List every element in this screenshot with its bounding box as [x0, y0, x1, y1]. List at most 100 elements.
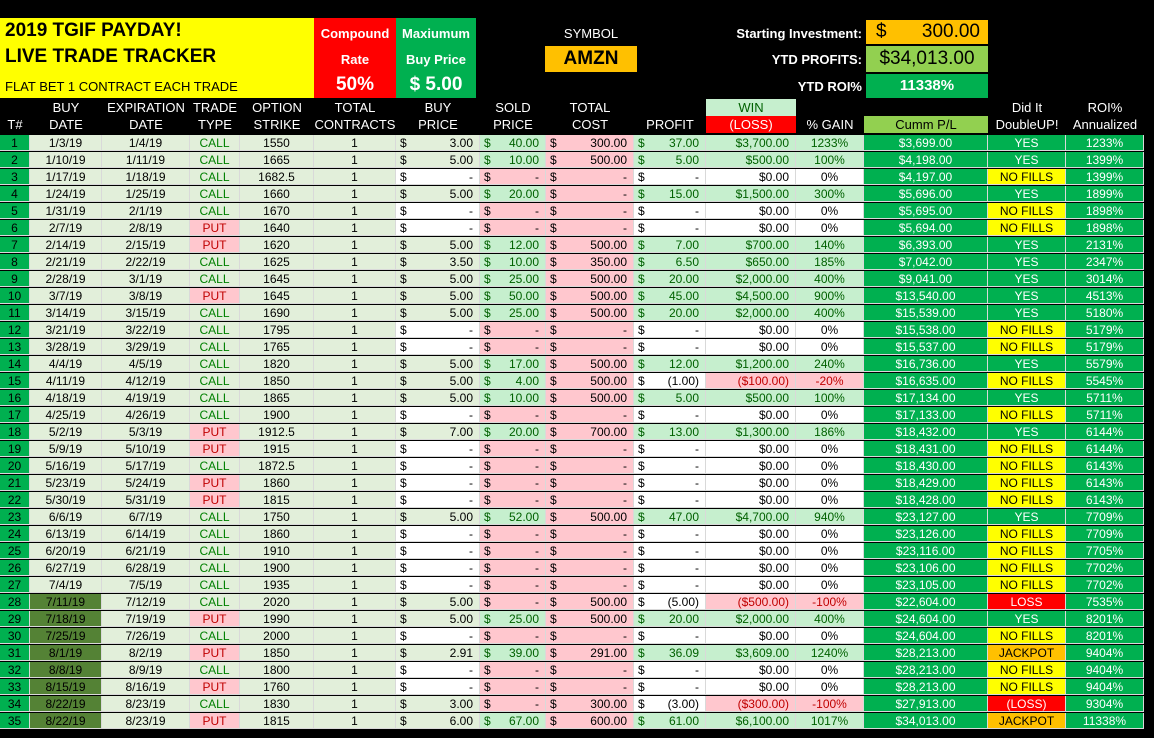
cell-gain[interactable]: 940% [796, 509, 864, 525]
cell-contracts[interactable]: 1 [314, 594, 396, 610]
cell-profit[interactable]: $13.00 [634, 424, 706, 440]
cell-dbl[interactable]: NO FILLS [988, 339, 1066, 355]
cell-buy-price[interactable]: $5.00 [396, 271, 480, 287]
cell-type[interactable]: CALL [190, 509, 240, 525]
cell-buy-price[interactable]: $ - [396, 203, 480, 219]
cell-exp-date[interactable]: 5/31/19 [102, 492, 190, 508]
cell-profit[interactable]: $7.00 [634, 237, 706, 253]
cell-win[interactable]: ($300.00) [706, 696, 796, 712]
cell-win[interactable]: $4,500.00 [706, 288, 796, 304]
cell-n[interactable]: 8 [0, 254, 30, 270]
column-header-cumm[interactable]: Cumm P/L [864, 99, 988, 135]
cell-cumm[interactable]: $18,430.00 [864, 458, 988, 474]
cell-roi[interactable]: 1899% [1066, 186, 1144, 202]
cell-n[interactable]: 31 [0, 645, 30, 661]
cell-win[interactable]: $4,700.00 [706, 509, 796, 525]
cell-buy-date[interactable]: 3/28/19 [30, 339, 102, 355]
cell-contracts[interactable]: 1 [314, 662, 396, 678]
column-header-buy-date[interactable]: BUY DATE [30, 99, 102, 135]
cell-gain[interactable]: 0% [796, 492, 864, 508]
cell-sold-price[interactable]: $67.00 [480, 713, 546, 729]
cell-n[interactable]: 25 [0, 543, 30, 559]
cell-buy-date[interactable]: 6/27/19 [30, 560, 102, 576]
cell-type[interactable]: PUT [190, 492, 240, 508]
cell-exp-date[interactable]: 7/12/19 [102, 594, 190, 610]
cell-buy-price[interactable]: $5.00 [396, 186, 480, 202]
cell-gain[interactable]: 0% [796, 203, 864, 219]
cell-buy-date[interactable]: 2/14/19 [30, 237, 102, 253]
cell-n[interactable]: 32 [0, 662, 30, 678]
cell-buy-date[interactable]: 3/7/19 [30, 288, 102, 304]
cell-type[interactable]: CALL [190, 305, 240, 321]
cell-contracts[interactable]: 1 [314, 526, 396, 542]
column-header-n[interactable]: T# [0, 99, 30, 135]
cell-dbl[interactable]: NO FILLS [988, 169, 1066, 185]
cell-profit[interactable]: $ - [634, 322, 706, 338]
cell-contracts[interactable]: 1 [314, 237, 396, 253]
cell-profit[interactable]: $ - [634, 169, 706, 185]
cell-buy-price[interactable]: $5.00 [396, 356, 480, 372]
cell-cumm[interactable]: $7,042.00 [864, 254, 988, 270]
cell-win[interactable]: $1,200.00 [706, 356, 796, 372]
cell-buy-date[interactable]: 8/8/19 [30, 662, 102, 678]
cell-strike[interactable]: 1830 [240, 696, 314, 712]
cell-cost[interactable]: $350.00 [546, 254, 634, 270]
cell-cumm[interactable]: $34,013.00 [864, 713, 988, 729]
cell-cumm[interactable]: $6,393.00 [864, 237, 988, 253]
cell-roi[interactable]: 1399% [1066, 152, 1144, 168]
cell-roi[interactable]: 6143% [1066, 458, 1144, 474]
cell-cumm[interactable]: $22,604.00 [864, 594, 988, 610]
cell-dbl[interactable]: YES [988, 237, 1066, 253]
column-header-gain[interactable]: % GAIN [796, 99, 864, 135]
cell-gain[interactable]: 400% [796, 271, 864, 287]
cell-dbl[interactable]: NO FILLS [988, 475, 1066, 491]
cell-win[interactable]: $500.00 [706, 390, 796, 406]
cell-dbl[interactable]: YES [988, 254, 1066, 270]
cell-profit[interactable]: $ - [634, 220, 706, 236]
cell-gain[interactable]: 0% [796, 220, 864, 236]
cell-exp-date[interactable]: 3/29/19 [102, 339, 190, 355]
cell-type[interactable]: CALL [190, 322, 240, 338]
cell-contracts[interactable]: 1 [314, 560, 396, 576]
cell-strike[interactable]: 1912.5 [240, 424, 314, 440]
cell-dbl[interactable]: NO FILLS [988, 407, 1066, 423]
cell-n[interactable]: 27 [0, 577, 30, 593]
cell-n[interactable]: 11 [0, 305, 30, 321]
cell-exp-date[interactable]: 5/3/19 [102, 424, 190, 440]
cell-win[interactable]: $0.00 [706, 220, 796, 236]
cell-profit[interactable]: $ (5.00) [634, 594, 706, 610]
cell-roi[interactable]: 4513% [1066, 288, 1144, 304]
cell-cost[interactable]: $500.00 [546, 237, 634, 253]
cell-dbl[interactable]: YES [988, 356, 1066, 372]
cell-cumm[interactable]: $16,635.00 [864, 373, 988, 389]
cell-strike[interactable]: 1645 [240, 288, 314, 304]
cell-contracts[interactable]: 1 [314, 305, 396, 321]
cell-cost[interactable]: $ - [546, 560, 634, 576]
ytd-roi-value[interactable]: 11338% [866, 74, 988, 98]
cell-cost[interactable]: $ - [546, 679, 634, 695]
cell-profit[interactable]: $45.00 [634, 288, 706, 304]
cell-roi[interactable]: 7709% [1066, 526, 1144, 542]
cell-type[interactable]: PUT [190, 288, 240, 304]
cell-cumm[interactable]: $15,537.00 [864, 339, 988, 355]
cell-buy-date[interactable]: 2/28/19 [30, 271, 102, 287]
cell-win[interactable]: $0.00 [706, 407, 796, 423]
cell-sold-price[interactable]: $ - [480, 339, 546, 355]
cell-exp-date[interactable]: 3/8/19 [102, 288, 190, 304]
cell-gain[interactable]: 1233% [796, 135, 864, 151]
cell-n[interactable]: 18 [0, 424, 30, 440]
cell-buy-date[interactable]: 7/18/19 [30, 611, 102, 627]
cell-strike[interactable]: 1900 [240, 407, 314, 423]
max-buy-price-cell[interactable]: Maxiumum Buy Price $ 5.00 [396, 18, 476, 98]
cell-cumm[interactable]: $23,127.00 [864, 509, 988, 525]
cell-n[interactable]: 15 [0, 373, 30, 389]
cell-strike[interactable]: 1860 [240, 475, 314, 491]
cell-type[interactable]: PUT [190, 645, 240, 661]
ytd-profits-value[interactable]: $34,013.00 [866, 46, 988, 72]
cell-gain[interactable]: 185% [796, 254, 864, 270]
cell-exp-date[interactable]: 2/15/19 [102, 237, 190, 253]
cell-exp-date[interactable]: 4/26/19 [102, 407, 190, 423]
cell-win[interactable]: $0.00 [706, 203, 796, 219]
cell-strike[interactable]: 1900 [240, 560, 314, 576]
cell-profit[interactable]: $ - [634, 543, 706, 559]
